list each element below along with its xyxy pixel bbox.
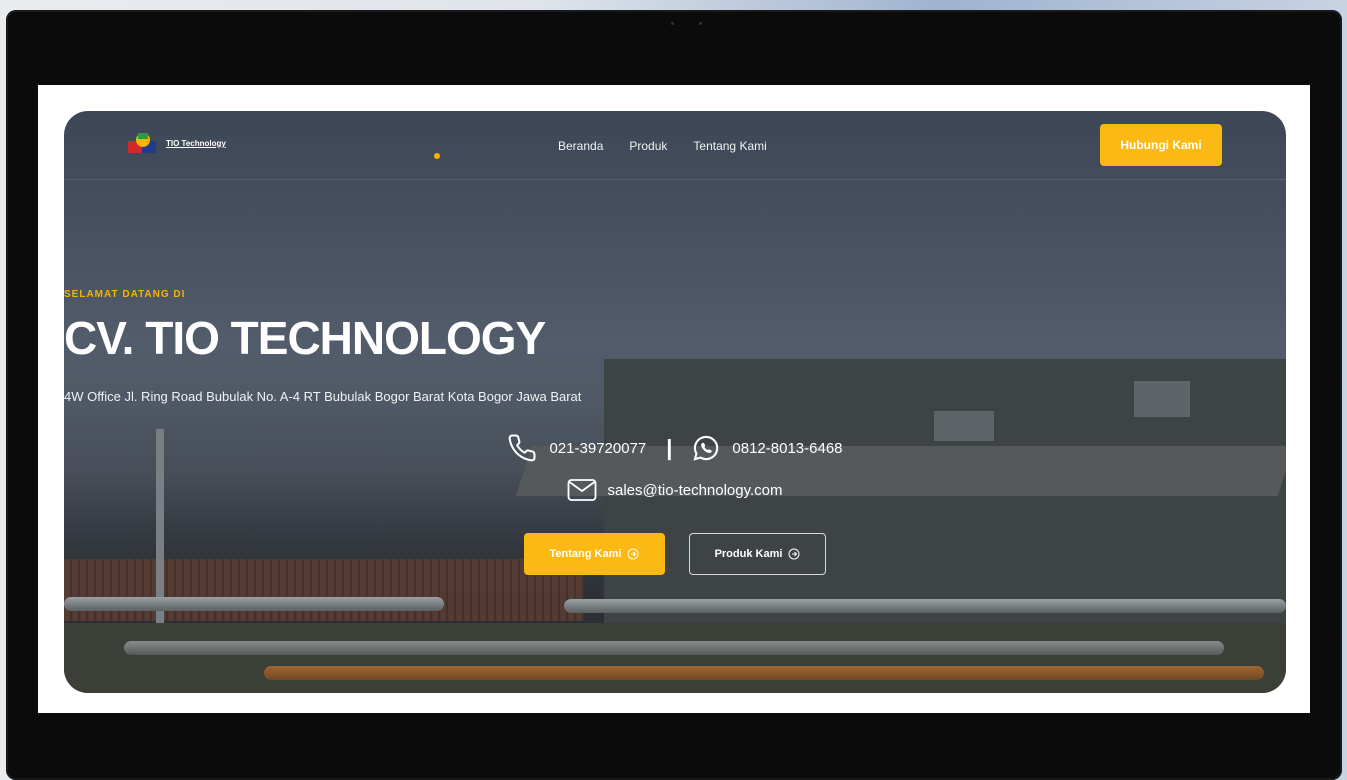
brand-name: TIO Technology [166, 138, 226, 148]
contact-row: 021-39720077 | 0812-8013-6468 [64, 433, 1286, 463]
pipe [124, 641, 1224, 655]
our-products-button-label: Produk Kami [714, 548, 783, 560]
nav-indicator-dot [434, 153, 440, 159]
our-products-button[interactable]: Produk Kami [689, 533, 826, 575]
hero-section: TIO Technology Beranda Produk Tentang Ka… [64, 111, 1286, 693]
logo-mark-icon [126, 131, 160, 155]
nav-item-beranda[interactable]: Beranda [558, 139, 603, 153]
hero-title: CV. TIO TECHNOLOGY [64, 312, 546, 364]
arrow-right-circle-icon [788, 548, 800, 560]
whatsapp-icon [692, 434, 720, 462]
nav-menu: Beranda Produk Tentang Kami [558, 139, 767, 153]
pipe [564, 599, 1286, 613]
hero-eyebrow: SELAMAT DATANG DI [64, 289, 186, 300]
hero-address: 4W Office Jl. Ring Road Bubulak No. A-4 … [64, 389, 582, 404]
about-us-button[interactable]: Tentang Kami [524, 533, 665, 575]
screen: TIO Technology Beranda Produk Tentang Ka… [38, 85, 1310, 713]
email-address[interactable]: sales@tio-technology.com [607, 482, 782, 499]
brand-logo[interactable]: TIO Technology [126, 131, 226, 155]
contact-separator: | [666, 435, 673, 460]
device-frame: TIO Technology Beranda Produk Tentang Ka… [6, 10, 1342, 780]
whatsapp-number[interactable]: 0812-8013-6468 [732, 440, 842, 457]
about-us-button-label: Tentang Kami [549, 548, 622, 560]
arrow-right-circle-icon [627, 548, 639, 560]
phone-icon [507, 433, 537, 463]
top-navbar: TIO Technology Beranda Produk Tentang Ka… [64, 111, 1286, 180]
phone-number[interactable]: 021-39720077 [549, 440, 646, 457]
camera [671, 22, 711, 26]
email-row: sales@tio-technology.com [64, 478, 1286, 502]
mail-icon [567, 478, 597, 502]
hero-buttons: Tentang Kami Produk Kami [64, 533, 1286, 575]
pipe [264, 666, 1264, 680]
pipe [64, 597, 444, 611]
nav-item-tentang-kami[interactable]: Tentang Kami [693, 139, 766, 153]
nav-item-produk[interactable]: Produk [629, 139, 667, 153]
ground [64, 623, 1286, 693]
contact-us-button[interactable]: Hubungi Kami [1100, 124, 1222, 166]
